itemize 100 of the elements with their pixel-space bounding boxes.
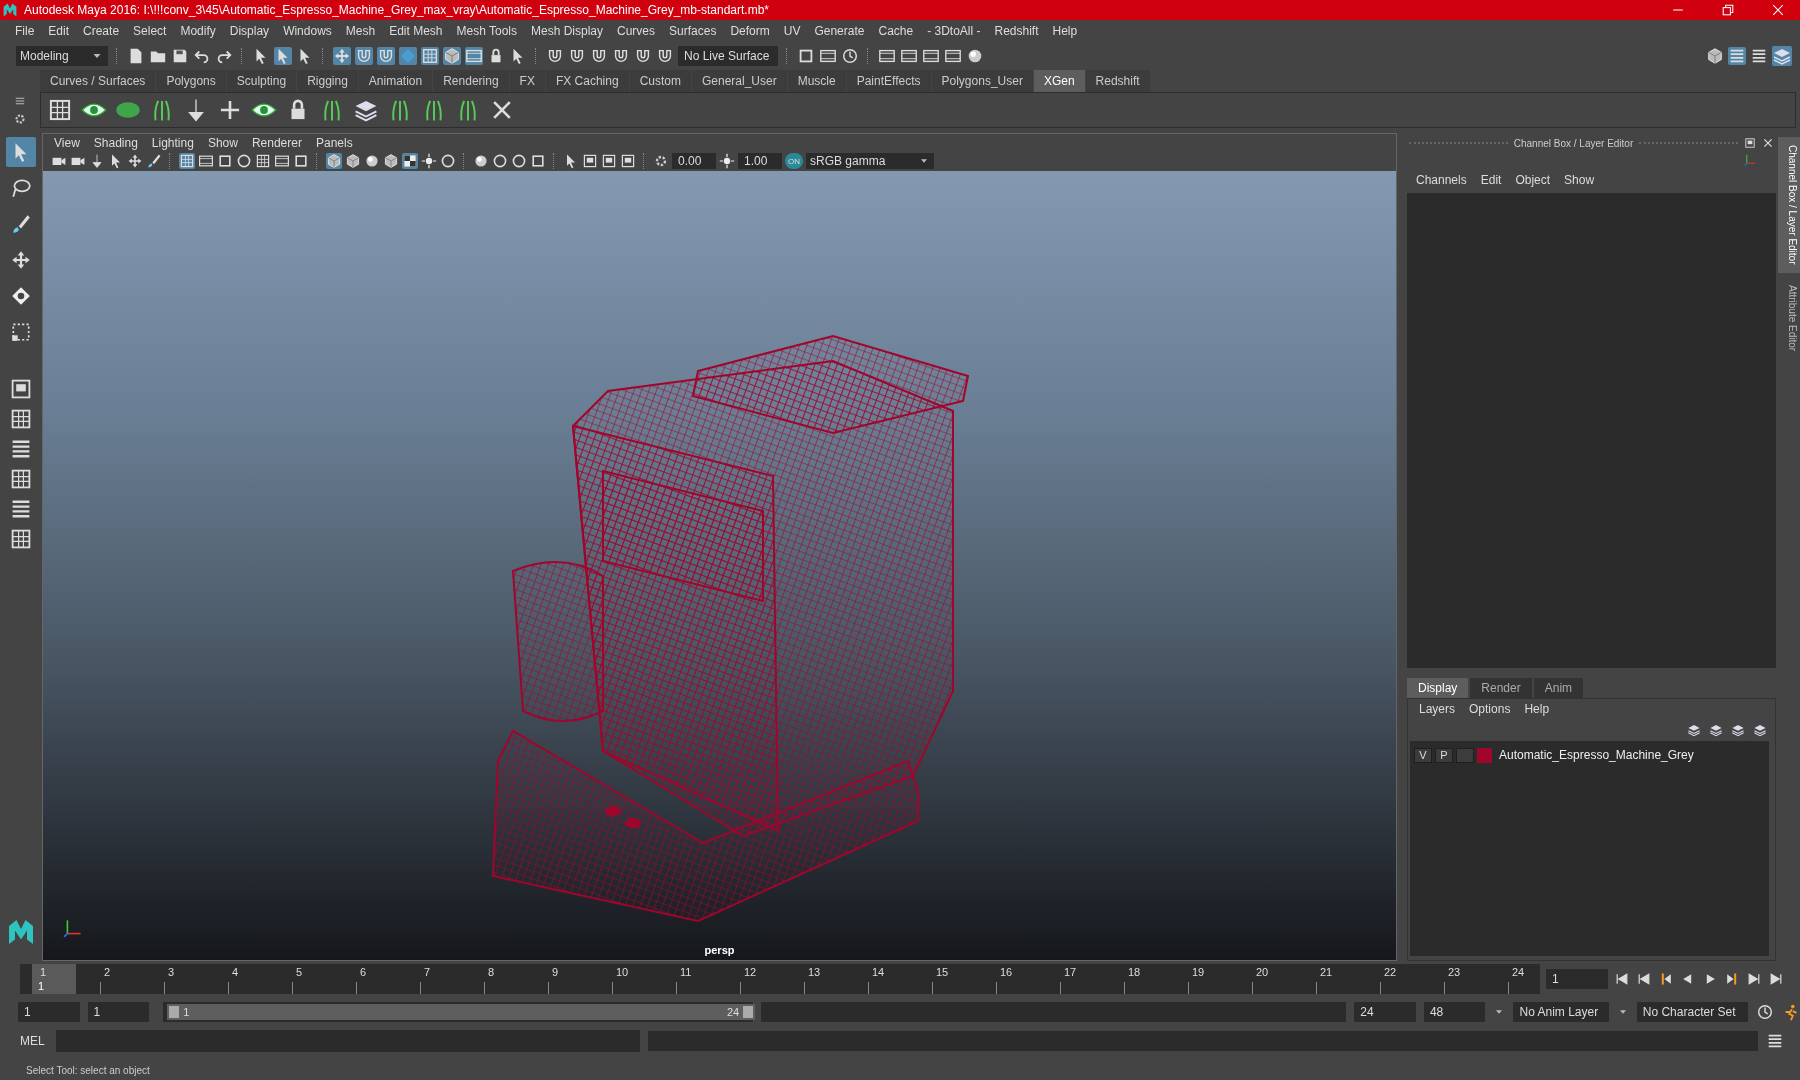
layer-name[interactable]: Automatic_Espresso_Machine_Grey xyxy=(1499,748,1694,762)
frame-number: 12 xyxy=(744,966,757,978)
menu-item[interactable]: File xyxy=(8,23,42,38)
shelf-tab[interactable]: XGen xyxy=(1033,70,1085,92)
menu-item[interactable]: Modify xyxy=(173,23,223,38)
window-title: Autodesk Maya 2016: I:\!!!conv_3\45\Automatic_Espresso_Machine_Grey_max_vray\Automatic_Espresso_Machine_Grey_mb-standart.mb* xyxy=(24,3,771,17)
shelf-tab[interactable]: Redshift xyxy=(1085,70,1150,92)
shelf-tab[interactable]: Animation xyxy=(358,70,433,92)
menu-item[interactable]: Surfaces xyxy=(662,23,724,38)
frame-number: 10 xyxy=(616,966,629,978)
menu-item[interactable]: UV xyxy=(776,23,808,38)
time-slider[interactable]: 1 2 3 4 5 6 7 8 9 10 11 12 13 14 15 16 17 18 19 20 21 22 23 24 1 xyxy=(20,964,1540,994)
frame-number: 8 xyxy=(488,966,495,978)
range-start-label: 1 xyxy=(183,1006,190,1018)
frame-number: 15 xyxy=(936,966,949,978)
viewport-menu-item[interactable]: View xyxy=(47,135,87,150)
channel-menu-item[interactable]: Channels xyxy=(1409,173,1474,187)
frame-number: 9 xyxy=(552,966,559,978)
frame-number: 7 xyxy=(424,966,431,978)
menu-item[interactable]: Curves xyxy=(610,23,663,38)
panel-title: Channel Box / Layer Editor xyxy=(1513,137,1634,149)
channel-menu-item[interactable]: Object xyxy=(1508,173,1558,187)
color-space-dropdown[interactable]: sRGB gamma xyxy=(806,153,934,169)
menu-item[interactable]: Help xyxy=(1045,23,1085,38)
layer-tab[interactable]: Display xyxy=(1407,678,1469,698)
gamma-field[interactable]: 1.00 xyxy=(738,153,782,169)
shelf-tab[interactable]: FX xyxy=(509,70,545,92)
frame-number: 16 xyxy=(1000,966,1013,978)
frame-number: 3 xyxy=(168,966,175,978)
frame-number: 1 xyxy=(40,966,47,978)
shelf-tab[interactable]: Polygons xyxy=(156,70,226,92)
menu-item[interactable]: Cache xyxy=(871,23,921,38)
channel-menu-item[interactable]: Show xyxy=(1557,173,1602,187)
menu-item[interactable]: Mesh xyxy=(338,23,383,38)
shelf-tab[interactable]: Curves / Surfaces xyxy=(40,70,156,92)
side-tab[interactable]: Channel Box / Layer Editor xyxy=(1778,137,1800,273)
playback-end-field[interactable]: 24 xyxy=(1354,1002,1416,1022)
playback-toggle[interactable]: P xyxy=(1435,747,1453,763)
frame-number: 24 xyxy=(1512,966,1525,978)
menu-item[interactable]: Edit Mesh xyxy=(382,23,450,38)
viewport-menu-item[interactable]: Renderer xyxy=(244,135,309,150)
frame-number: 18 xyxy=(1128,966,1141,978)
menu-item[interactable]: Mesh Tools xyxy=(449,23,524,38)
layer-menu-item[interactable]: Options xyxy=(1462,702,1518,716)
menu-item[interactable]: Edit xyxy=(41,23,77,38)
shelf-tab[interactable]: PaintEffects xyxy=(846,70,931,92)
frame-number: 22 xyxy=(1384,966,1397,978)
shelf-tab[interactable]: Rendering xyxy=(433,70,509,92)
layer-menu-item[interactable]: Layers xyxy=(1412,702,1463,716)
playback-start-field[interactable]: 1 xyxy=(87,1002,150,1022)
help-line: Select Tool: select an object xyxy=(26,1065,150,1076)
frame-number: 17 xyxy=(1064,966,1077,978)
shelf-tab[interactable]: Polygons_User xyxy=(931,70,1033,92)
frame-number: 4 xyxy=(232,966,239,978)
frame-number: 5 xyxy=(296,966,303,978)
range-slider[interactable]: 1 24 xyxy=(163,1002,754,1022)
frame-number: 13 xyxy=(808,966,821,978)
current-frame-field[interactable]: 1 xyxy=(1546,969,1608,989)
menu-item[interactable]: Deform xyxy=(723,23,777,38)
frame-number: 6 xyxy=(360,966,367,978)
frame-number: 11 xyxy=(680,966,692,978)
menu-item[interactable]: Create xyxy=(76,23,127,38)
layer-tab[interactable]: Anim xyxy=(1533,678,1584,698)
menu-item[interactable]: Windows xyxy=(276,23,339,38)
shelf-tab[interactable]: General_User xyxy=(691,70,787,92)
viewport-menu-item[interactable]: Panels xyxy=(308,135,360,150)
visibility-toggle[interactable]: V xyxy=(1414,747,1432,763)
viewport-menu-item[interactable]: Shading xyxy=(86,135,145,150)
frame-number: 21 xyxy=(1320,966,1333,978)
workspace-dropdown[interactable]: Modeling xyxy=(16,45,108,66)
frame-number: 19 xyxy=(1192,966,1205,978)
menu-item[interactable]: Redshift xyxy=(987,23,1046,38)
command-language-label[interactable]: MEL xyxy=(20,1034,48,1048)
menu-item[interactable]: Select xyxy=(126,23,174,38)
end-time-field[interactable]: 48 xyxy=(1423,1002,1486,1022)
shelf-tab[interactable]: Sculpting xyxy=(226,70,297,92)
menu-item[interactable]: Generate xyxy=(807,23,872,38)
shelf-tab[interactable]: FX Caching xyxy=(545,70,629,92)
frame-number: 2 xyxy=(104,966,111,978)
layer-menu-item[interactable]: Help xyxy=(1517,702,1557,716)
channel-menu-item[interactable]: Edit xyxy=(1473,173,1509,187)
start-time-field[interactable]: 1 xyxy=(18,1002,80,1022)
shelf-tab[interactable]: Rigging xyxy=(297,70,358,92)
frame-number: 20 xyxy=(1256,966,1269,978)
menu-item[interactable]: Display xyxy=(222,23,277,38)
shelf-tab[interactable]: Custom xyxy=(629,70,691,92)
layer-tab[interactable]: Render xyxy=(1470,678,1532,698)
shelf-tab[interactable]: Muscle xyxy=(787,70,846,92)
character-set-dropdown[interactable]: No Character Set xyxy=(1636,1002,1748,1022)
exposure-field[interactable]: 0.00 xyxy=(672,153,716,169)
range-end-label: 24 xyxy=(726,1006,740,1018)
viewport-menu-item[interactable]: Show xyxy=(200,135,245,150)
frame-number: 23 xyxy=(1448,966,1461,978)
menu-item[interactable]: - 3DtoAll - xyxy=(920,23,988,38)
viewport-menu-item[interactable]: Lighting xyxy=(144,135,201,150)
camera-label: persp xyxy=(704,944,735,956)
menu-item[interactable]: Mesh Display xyxy=(524,23,611,38)
anim-layer-dropdown[interactable]: No Anim Layer xyxy=(1513,1002,1609,1022)
frame-number: 14 xyxy=(872,966,885,978)
live-surface-field[interactable]: No Live Surface xyxy=(678,45,778,66)
